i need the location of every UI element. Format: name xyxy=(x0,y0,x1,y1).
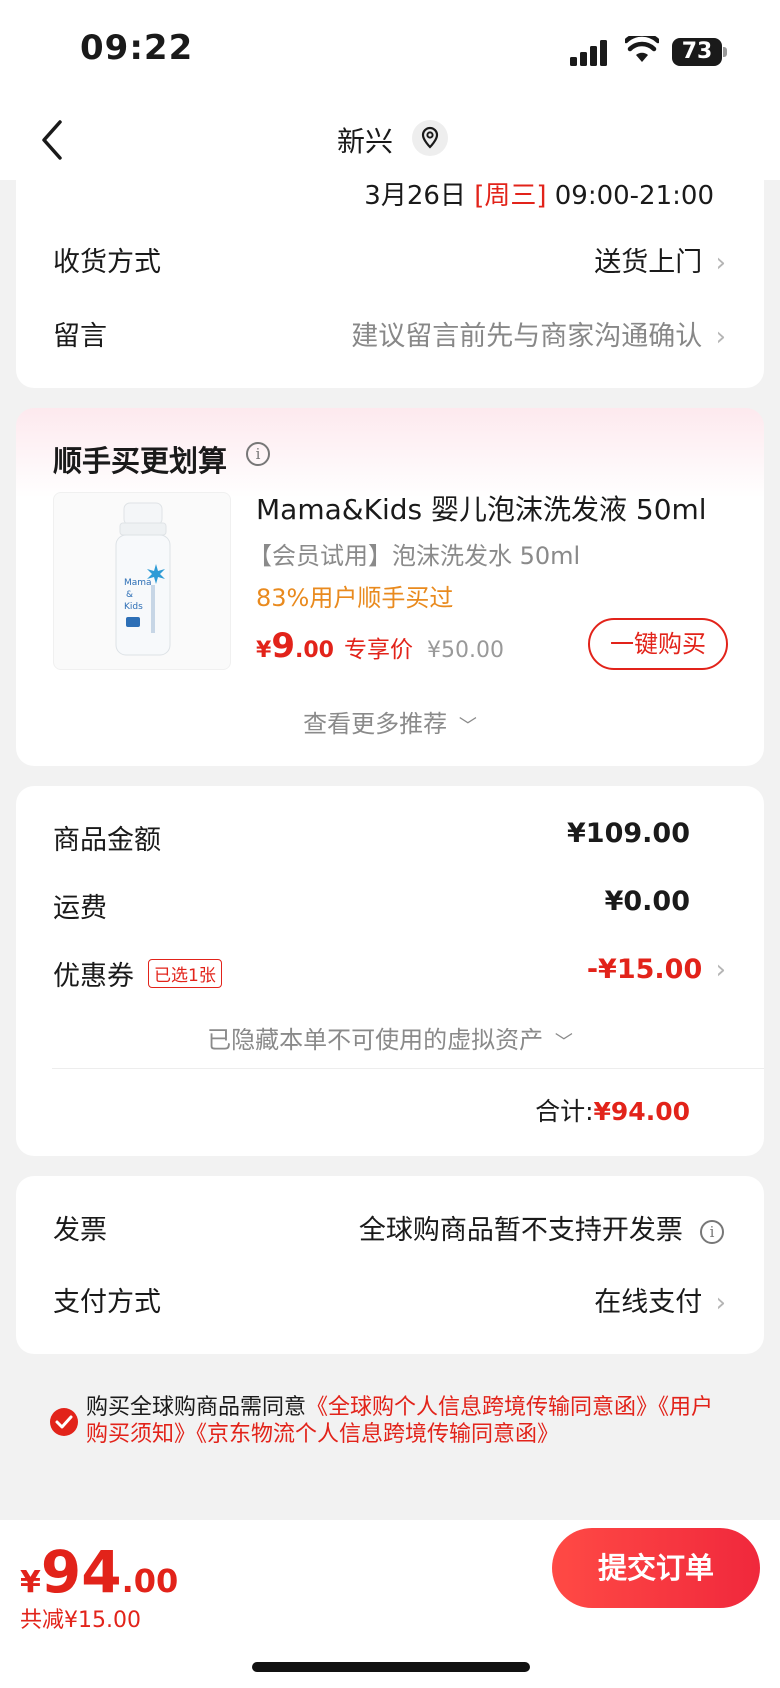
product-name[interactable]: Mama&Kids 婴儿泡沫洗发液 50ml xyxy=(256,488,707,528)
invoice-value: 全球购商品暂不支持开发票 xyxy=(358,1215,683,1246)
shipping-label: 运费 xyxy=(53,893,107,924)
divider xyxy=(52,1068,764,1069)
nav-bar: 新兴 xyxy=(0,100,780,180)
payment-label: 支付方式 xyxy=(53,1287,161,1318)
location-pin-icon[interactable] xyxy=(412,120,448,156)
battery-level: 73 xyxy=(681,39,713,64)
coupon-label: 优惠券 已选1张 xyxy=(53,954,222,993)
coupon-badge: 已选1张 xyxy=(148,959,222,988)
upsell-card: 顺手买更划算 i Mama & Kids Mama&Kids 婴儿泡沫洗发液 5… xyxy=(16,408,764,766)
note-placeholder: 建议留言前先与商家沟通确认 xyxy=(351,321,703,352)
status-time: 09:22 xyxy=(80,28,194,68)
hidden-assets-toggle[interactable]: 已隐藏本单不可使用的虚拟资产 ﹀ xyxy=(16,1020,764,1055)
coupon-value: -¥15.00 xyxy=(586,954,703,985)
svg-text:Mama: Mama xyxy=(124,578,152,588)
upsell-title: 顺手买更划算 xyxy=(53,444,228,478)
info-icon[interactable]: i xyxy=(700,1220,724,1244)
note-input[interactable]: 建议留言前先与商家沟通确认 › xyxy=(351,314,726,353)
chevron-down-icon: ﹀ xyxy=(458,716,477,737)
svg-text:Kids: Kids xyxy=(124,602,143,612)
invoice-row[interactable]: 全球购商品暂不支持开发票 i xyxy=(359,1208,724,1247)
chevron-right-icon: › xyxy=(707,322,726,352)
order-total: 合计:¥94.00 xyxy=(535,1097,690,1126)
shipping-value: ¥0.00 xyxy=(604,886,690,917)
info-icon[interactable]: i xyxy=(246,442,270,466)
product-image[interactable]: Mama & Kids xyxy=(53,492,231,670)
svg-text:&: & xyxy=(126,590,133,600)
logistics-consent-link[interactable]: 《京东物流个人信息跨境传输同意函》 xyxy=(196,1422,559,1447)
delivery-card: 3月26日 [周三] 09:00-21:00 收货方式 送货上门 › 留言 建议… xyxy=(16,150,764,388)
total-savings: 共减¥15.00 xyxy=(20,1608,141,1633)
product-price: ¥9.00 专享价 ¥50.00 xyxy=(256,626,504,666)
bottom-bar: ¥94.00 共减¥15.00 提交订单 xyxy=(0,1520,780,1688)
more-recommendations-link[interactable]: 查看更多推荐 ﹀ xyxy=(16,704,764,739)
home-indicator[interactable] xyxy=(252,1662,530,1672)
price-summary-card: 商品金额 ¥109.00 运费 ¥0.00 优惠券 已选1张 -¥15.00 › … xyxy=(16,786,764,1156)
submit-order-button[interactable]: 提交订单 xyxy=(552,1528,760,1608)
delivery-time[interactable]: 3月26日 [周三] 09:00-21:00 xyxy=(16,175,764,212)
delivery-method-value: 送货上门 xyxy=(594,247,703,278)
wifi-icon xyxy=(625,36,659,62)
invoice-payment-card: 发票 全球购商品暂不支持开发票 i 支付方式 在线支付 › xyxy=(16,1176,764,1354)
chevron-down-icon: ﹀ xyxy=(554,1032,573,1053)
coupon-row[interactable]: -¥15.00 › xyxy=(587,954,726,985)
signal-icon xyxy=(570,40,607,66)
status-bar: 09:22 73 xyxy=(0,0,780,100)
agreement-text: 购买全球购商品需同意《全球购个人信息跨境传输同意函》《用户购买须知》《京东物流个… xyxy=(86,1395,714,1447)
agreement-checkbox[interactable] xyxy=(50,1408,78,1436)
chevron-right-icon: › xyxy=(707,248,726,278)
cross-border-consent-link[interactable]: 《全球购个人信息跨境传输同意函》 xyxy=(306,1395,658,1420)
original-price: ¥50.00 xyxy=(426,638,504,663)
invoice-label: 发票 xyxy=(53,1215,107,1246)
delivery-method-label: 收货方式 xyxy=(53,247,161,278)
goods-amount-value: ¥109.00 xyxy=(567,818,690,849)
note-label: 留言 xyxy=(53,321,107,352)
product-subtitle: 【会员试用】泡沫洗发水 50ml xyxy=(248,542,581,570)
check-icon xyxy=(55,1415,73,1429)
final-total-price: ¥94.00 xyxy=(20,1538,179,1606)
chevron-right-icon: › xyxy=(707,955,726,985)
page-title[interactable]: 新兴 xyxy=(0,120,780,160)
one-click-buy-button[interactable]: 一键购买 xyxy=(588,618,728,670)
payment-method-row[interactable]: 在线支付 › xyxy=(594,1280,726,1319)
goods-amount-label: 商品金额 xyxy=(53,825,161,856)
payment-method-value: 在线支付 xyxy=(594,1287,703,1318)
delivery-method-row[interactable]: 送货上门 › xyxy=(594,240,726,279)
product-stat: 83%用户顺手买过 xyxy=(256,584,454,612)
chevron-right-icon: › xyxy=(707,1288,726,1318)
battery-icon: 73 xyxy=(672,38,727,66)
